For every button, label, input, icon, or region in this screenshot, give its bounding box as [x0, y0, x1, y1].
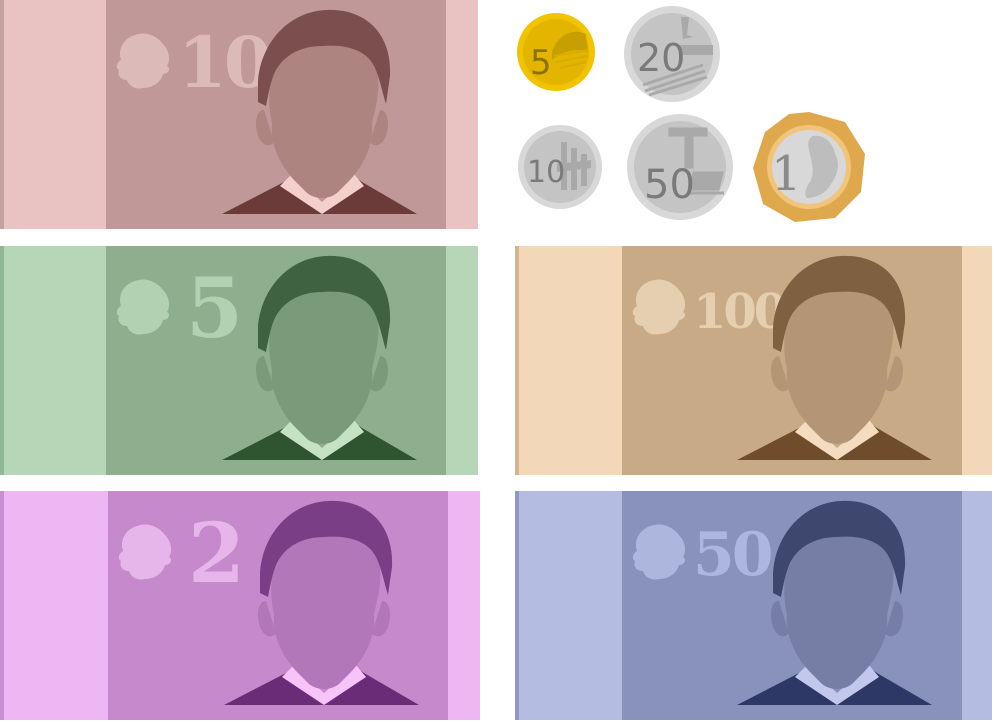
coin-value: 1: [771, 146, 802, 202]
note-left-panel: [515, 491, 622, 720]
portrait-silhouette-icon: [224, 500, 419, 705]
note-left-panel: [515, 246, 622, 475]
portrait-silhouette-icon: [737, 500, 932, 705]
note-left-panel: [0, 491, 108, 720]
banknote-100[interactable]: 100: [515, 246, 992, 475]
coin-value: 50: [644, 162, 695, 208]
portrait-silhouette-icon: [222, 9, 417, 214]
note-edge: [515, 246, 519, 475]
note-edge: [0, 0, 4, 229]
coin-value: 10: [527, 155, 566, 190]
coin-1-face: [753, 112, 865, 222]
note-right-panel: [962, 246, 992, 475]
coin-20-cents[interactable]: 20: [623, 5, 721, 103]
note-right-panel: [448, 491, 480, 720]
coin-value: 20: [637, 36, 686, 80]
coin-5-face: [517, 13, 595, 91]
lion-head-icon: [118, 524, 172, 580]
portrait-silhouette-icon: [222, 255, 417, 460]
note-edge: [515, 491, 519, 720]
coin-10-cents[interactable]: 10: [517, 124, 603, 210]
note-edge: [0, 491, 4, 720]
banknote-10[interactable]: 10: [0, 0, 478, 229]
lion-head-icon: [116, 33, 170, 89]
note-left-panel: [0, 246, 106, 475]
note-right-panel: [962, 491, 992, 720]
banknote-5[interactable]: 5: [0, 246, 478, 475]
lion-head-icon: [116, 279, 170, 335]
coin-1-dollar[interactable]: 1: [751, 110, 867, 224]
note-left-panel: [0, 0, 106, 229]
coin-5-cents[interactable]: 5: [516, 12, 596, 92]
coin-50-cents[interactable]: 50: [626, 113, 734, 221]
banknote-2[interactable]: 2: [0, 491, 480, 720]
note-right-panel: [446, 246, 478, 475]
note-right-panel: [446, 0, 478, 229]
note-edge: [0, 246, 4, 475]
lion-head-icon: [632, 279, 686, 335]
lion-head-icon: [632, 524, 686, 580]
coin-value: 5: [530, 43, 552, 83]
banknote-50[interactable]: 50: [515, 491, 992, 720]
portrait-silhouette-icon: [737, 255, 932, 460]
